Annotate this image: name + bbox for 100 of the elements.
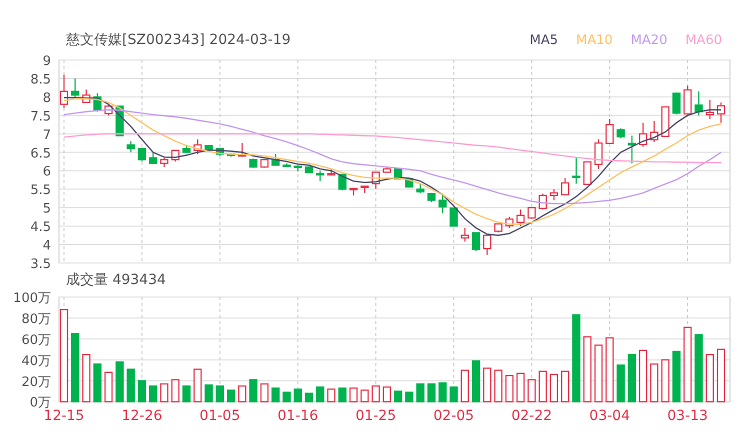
candlestick	[304, 166, 314, 174]
candlestick	[594, 139, 603, 169]
candlestick	[528, 207, 536, 219]
candlestick	[372, 172, 380, 189]
axis-label: 80万	[21, 312, 51, 327]
legend-item: MA60	[685, 32, 722, 48]
volume-bar	[271, 387, 280, 402]
volume-bar	[505, 374, 514, 402]
volume-bar	[483, 368, 492, 402]
candlestick	[294, 165, 302, 172]
volume-bar	[416, 383, 424, 402]
candlestick	[182, 144, 191, 153]
candlestick	[382, 167, 392, 173]
volume-bar	[450, 386, 458, 402]
volume-bar	[550, 374, 558, 402]
candlestick	[716, 102, 726, 123]
candlestick	[104, 104, 113, 116]
candlestick	[460, 228, 469, 242]
candlestick	[160, 158, 168, 168]
volume-bar	[82, 354, 90, 402]
volume-bar	[716, 348, 726, 402]
candlestick	[327, 168, 336, 176]
axis-label: 03-04	[589, 408, 630, 424]
volume-bar	[516, 372, 525, 402]
candlestick	[538, 194, 547, 210]
volume-bar	[661, 359, 670, 402]
candlestick	[505, 216, 514, 228]
candlestick	[628, 136, 636, 164]
chart-title: 慈文传媒[SZ002343] 2024-03-19	[66, 31, 291, 49]
volume-bar	[226, 390, 236, 402]
candlestick	[126, 141, 135, 152]
candlestick	[616, 128, 625, 138]
volume-bar	[71, 333, 80, 402]
volume-bar	[126, 368, 135, 402]
candlestick	[561, 178, 570, 196]
candlestick	[60, 74, 68, 108]
volume-bar	[216, 385, 224, 402]
volume-bar	[650, 363, 658, 402]
volume-bar	[427, 383, 436, 402]
volume-bar	[472, 360, 480, 402]
volume-bar	[260, 383, 269, 402]
axis-label: 3.5	[30, 257, 51, 272]
candlestick	[138, 148, 146, 162]
volume-bar	[694, 334, 703, 402]
candlestick	[438, 194, 447, 214]
candlestick	[661, 106, 670, 137]
volume-bar	[249, 379, 258, 402]
candlestick	[82, 90, 90, 104]
candlestick	[638, 122, 648, 147]
volume-bar	[706, 354, 714, 402]
candlestick	[194, 139, 202, 154]
volume-bar	[538, 370, 547, 402]
candlestick	[427, 192, 436, 202]
volume-bar	[616, 364, 625, 402]
candlestick	[550, 189, 558, 200]
volume-bar	[194, 368, 202, 402]
volume-bar	[405, 392, 414, 402]
volume-bar	[171, 379, 180, 402]
axis-label: 02-22	[511, 408, 552, 424]
volume-bar	[438, 382, 447, 402]
candlestick	[216, 148, 224, 156]
candlestick	[316, 170, 324, 182]
volume-bar	[148, 385, 158, 402]
axis-label: 8.5	[30, 72, 51, 88]
volume-bar	[561, 370, 570, 402]
candlestick	[684, 86, 692, 114]
axis-label: 03-13	[667, 408, 708, 424]
volume-bar	[282, 392, 291, 402]
volume-bar	[672, 350, 681, 402]
volume-bar	[460, 370, 469, 402]
volume-bar	[638, 350, 648, 402]
axis-label: 02-05	[433, 408, 474, 424]
candlestick	[472, 232, 480, 252]
volume-bar	[349, 387, 358, 402]
candlestick	[271, 154, 280, 166]
axis-label: 8	[42, 90, 51, 106]
volume-bar	[294, 388, 302, 402]
candlestick	[694, 91, 703, 116]
volume-bar	[104, 372, 113, 402]
candlestick	[516, 209, 525, 226]
candlestick	[483, 234, 492, 255]
candlestick	[706, 100, 714, 120]
volume-bar	[304, 392, 314, 402]
volume-bar	[583, 336, 592, 402]
candlestick	[148, 152, 158, 164]
volume-bar	[594, 344, 603, 402]
candlestick	[282, 163, 291, 168]
volume-title: 成交量 493434	[66, 271, 166, 289]
axis-label: 20万	[21, 374, 51, 390]
volume-bar	[238, 385, 246, 402]
candlestick	[606, 119, 614, 144]
candlestick	[260, 159, 269, 168]
axis-label: 9	[42, 54, 51, 69]
axis-label: 6	[42, 164, 51, 180]
axis-label: 01-25	[355, 408, 396, 424]
candlestick	[71, 78, 80, 97]
volume-bar	[204, 384, 213, 402]
axis-label: 60万	[21, 332, 51, 348]
candlestick	[672, 92, 681, 114]
axis-label: 12-26	[122, 408, 162, 424]
